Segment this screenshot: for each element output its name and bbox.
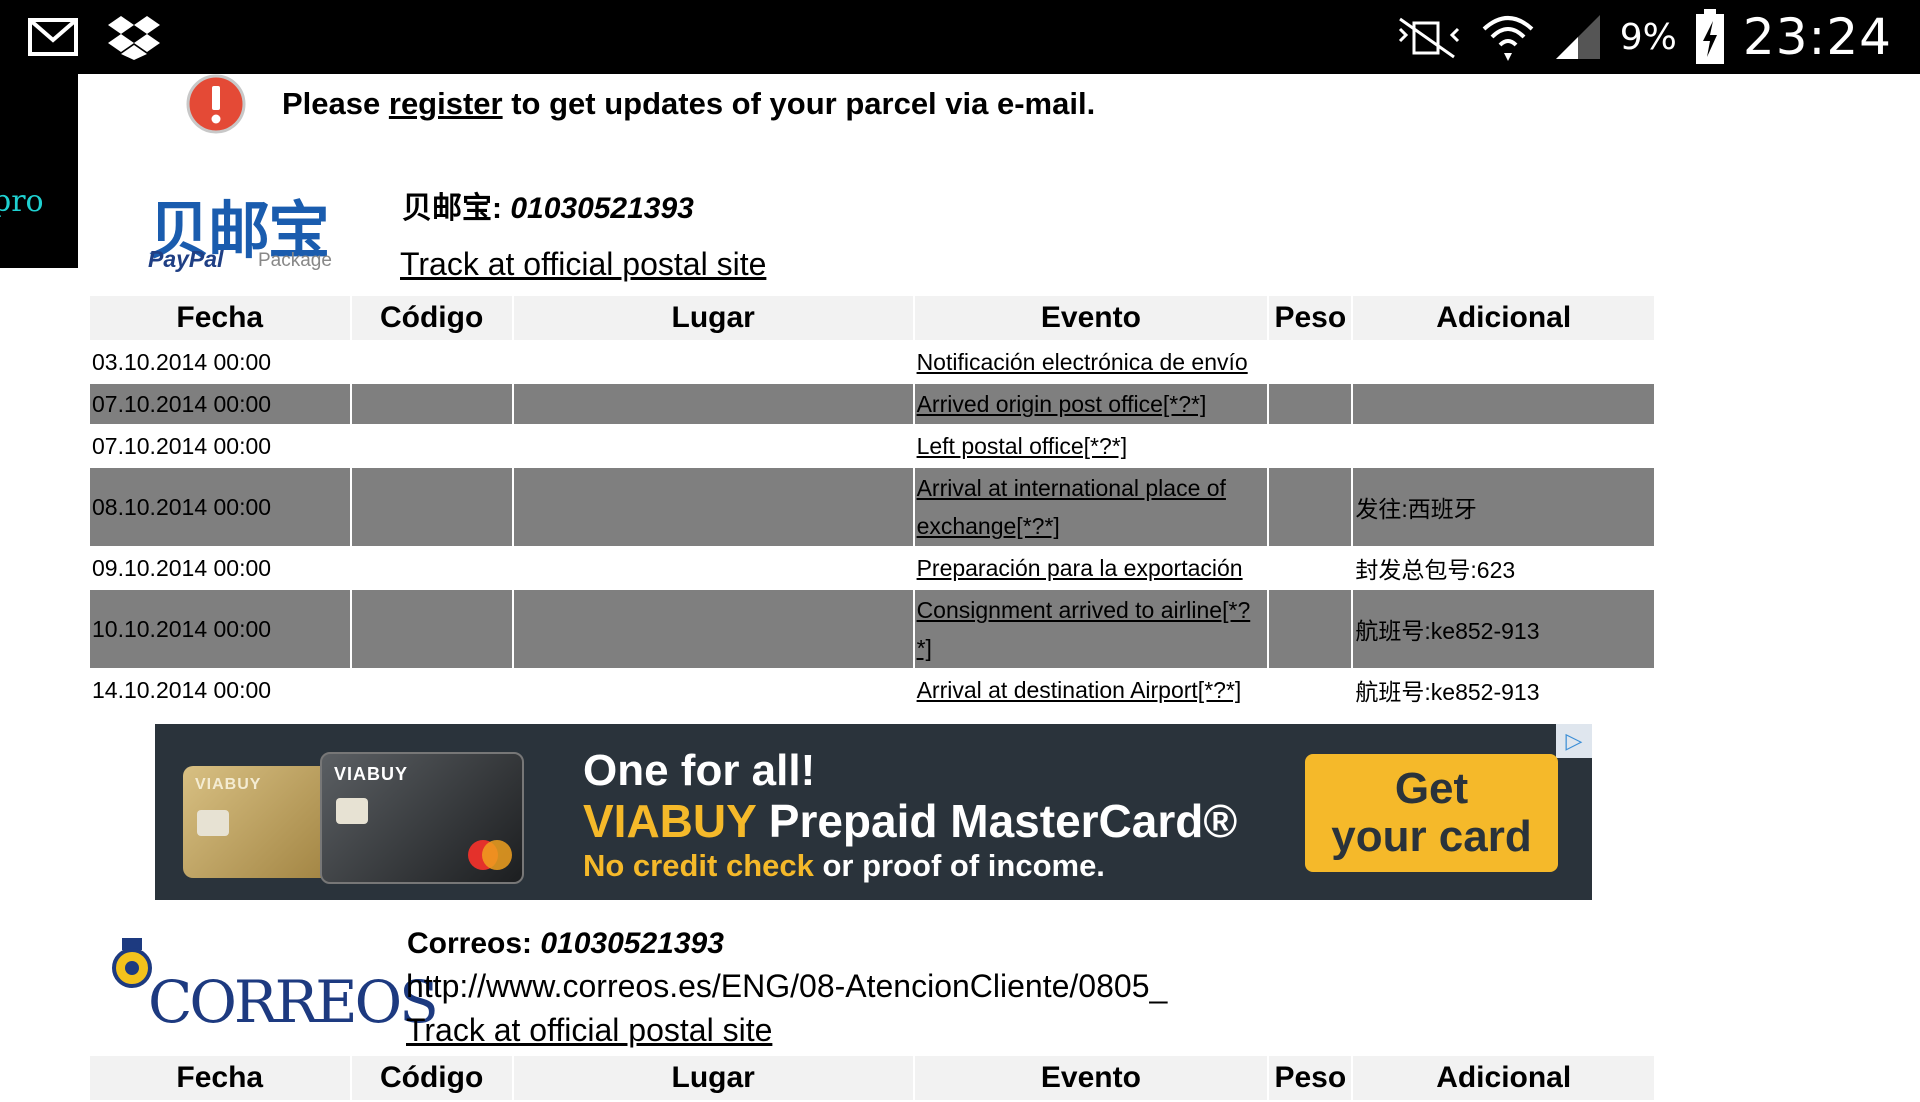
mute-icon [1398,17,1459,59]
table-row: 03.10.2014 00:00 Notificación electrónic… [92,348,1248,376]
event-link[interactable]: Left postal office[*?*] [917,433,1128,459]
event-link[interactable]: Arrived origin post office[*?*] [917,391,1207,417]
table-row: 08.10.2014 00:00 Arrival at internationa… [90,468,1654,546]
get-your-card-button[interactable]: Get your card [1305,754,1558,872]
wifi-icon [1482,16,1534,61]
beiyoubao-logo: 贝邮宝 PayPal Package [148,194,332,272]
header-lugar: Lugar [513,296,913,340]
carrier-title: 贝邮宝: 01030521393 [402,192,694,225]
status-time: 23:24 [1742,8,1892,66]
table-header: Fecha Código Lugar Evento Peso Adicional [90,296,1654,340]
header-evento: Evento [914,296,1268,340]
header-fecha: Fecha [90,296,350,340]
adchoices-icon[interactable]: ▷ [1556,724,1592,758]
header-peso: Peso [1269,296,1352,340]
header-peso: Peso [1269,1056,1352,1100]
table-row: 14.10.2014 00:00 Arrival at destination … [92,676,1540,706]
battery-percent: 9% [1619,16,1677,58]
table-row: 07.10.2014 00:00 Left postal office[*?*] [92,432,1128,460]
event-link[interactable]: Notificación electrónica de envío [917,349,1248,375]
battery-charging-icon [1695,9,1724,64]
ad-subline: No credit check or proof of income. [583,848,1105,883]
gmail-icon [28,18,78,56]
ad-product: VIABUY Prepaid MasterCard® [583,795,1238,847]
tracking-table: Fecha Código Lugar Evento Peso Adicional… [88,294,1656,712]
event-link[interactable]: Arrival at destination Airport[*?*] [917,677,1242,703]
table-row: 09.10.2014 00:00 Preparación para la exp… [92,554,1516,584]
header-lugar: Lugar [513,1056,913,1100]
side-panel-edge[interactable]: pro [0,74,78,268]
side-panel-text: pro [0,184,44,219]
header-codigo: Código [351,1056,512,1100]
register-link[interactable]: register [389,86,503,121]
viabuy-ad-banner[interactable]: ▷ VIABUY VIABUY One for all! VIABUY Prep… [155,724,1592,900]
mastercard-logo-icon [468,840,512,870]
track-official-link[interactable]: Track at official postal site [400,246,766,283]
alert-icon [186,74,246,134]
header-adicional: Adicional [1353,296,1654,340]
status-bar: 9% 23:24 [0,0,1920,74]
ad-headline: One for all! [583,746,816,795]
header-adicional: Adicional [1353,1056,1654,1100]
event-link[interactable]: Preparación para la exportación [917,555,1243,581]
carrier-title: Correos: 01030521393 [407,927,724,960]
notice-text: Please register to get updates of your p… [282,86,1096,121]
carrier-url: http://www.correos.es/ENG/08-AtencionCli… [406,968,1168,1004]
dropbox-icon [108,16,160,60]
black-card-image: VIABUY [320,752,524,884]
track-official-link[interactable]: Track at official postal site [406,1012,772,1049]
header-codigo: Código [351,296,512,340]
register-notice: Please register to get updates of your p… [186,74,1095,134]
correos-logo: CORREOS [98,934,439,1036]
signal-icon [1555,15,1600,59]
event-link[interactable]: Consignment arrived to airline[*?*] [917,597,1251,661]
table-row: 07.10.2014 00:00 Arrived origin post off… [90,384,1654,424]
table-row: 10.10.2014 00:00 Consignment arrived to … [90,590,1654,668]
table-header: Fecha Código Lugar Evento Peso Adicional [90,1056,1654,1100]
header-fecha: Fecha [90,1056,350,1100]
header-evento: Evento [914,1056,1268,1100]
tracking-table: Fecha Código Lugar Evento Peso Adicional [88,1054,1656,1102]
event-link[interactable]: Arrival at international place of exchan… [917,475,1226,539]
